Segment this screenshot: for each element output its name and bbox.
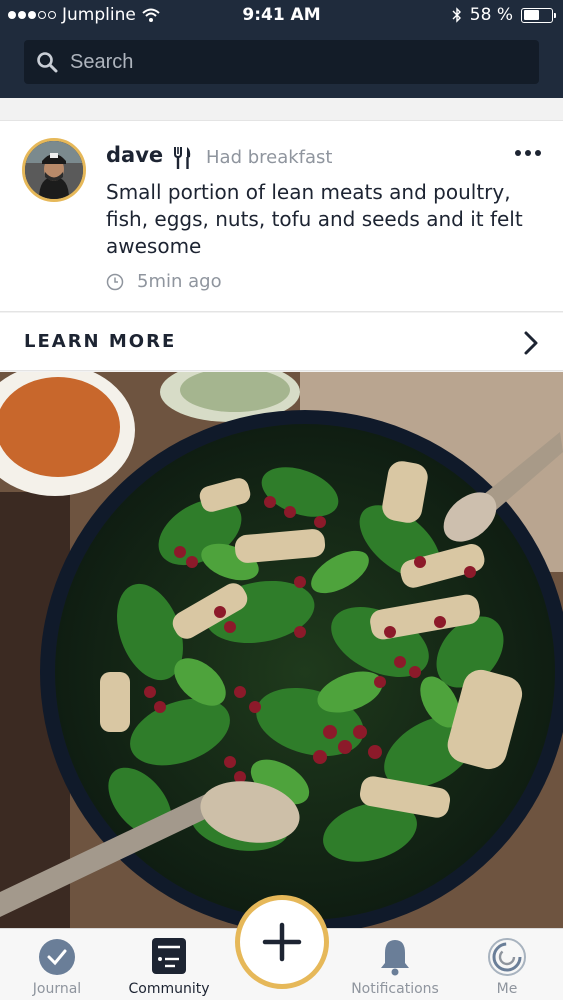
search-icon [37,52,58,73]
bell-icon [381,940,409,976]
bluetooth-icon [452,7,461,23]
check-circle-icon [39,939,75,975]
tab-notifications-label: Notifications [351,981,439,997]
tab-community-label: Community [128,981,210,997]
post-card: dave Had breakfast Small portion of lean… [0,120,563,312]
fork-knife-icon [174,147,191,169]
tab-me[interactable]: Me [452,929,562,1000]
tab-me-label: Me [496,981,518,997]
tab-notifications[interactable]: Notifications [340,929,450,1000]
plus-icon [262,922,302,962]
learn-more-label: LEARN MORE [24,331,177,352]
battery-percent: 58 % [469,5,513,25]
clock-icon [106,273,124,291]
more-options-button[interactable] [515,150,541,156]
avatar[interactable] [22,138,86,202]
chevron-right-icon [524,331,538,355]
salad-bowl-image [0,372,563,928]
status-bar: Jumpline 9:41 AM 58 % [0,0,563,30]
post-photo[interactable] [0,372,563,928]
battery-icon [521,7,556,23]
search-input[interactable] [70,50,510,74]
post-timestamp: 5min ago [137,271,222,292]
tab-journal-label: Journal [32,981,82,997]
post-text: Small portion of lean meats and poultry,… [106,180,523,258]
profile-ring-icon [488,938,526,976]
post-activity: Had breakfast [206,147,333,168]
learn-more-row[interactable]: LEARN MORE [0,313,563,371]
app-header: Jumpline 9:41 AM 58 % [0,0,563,98]
tab-journal[interactable]: Journal [2,929,112,1000]
tab-community[interactable]: Community [114,929,224,1000]
add-entry-button[interactable] [235,895,329,989]
search-bar[interactable] [24,40,539,84]
avatar-photo [25,141,83,199]
status-right: 58 % [452,5,556,25]
post-username[interactable]: dave [106,143,163,167]
feed-icon [152,938,186,974]
